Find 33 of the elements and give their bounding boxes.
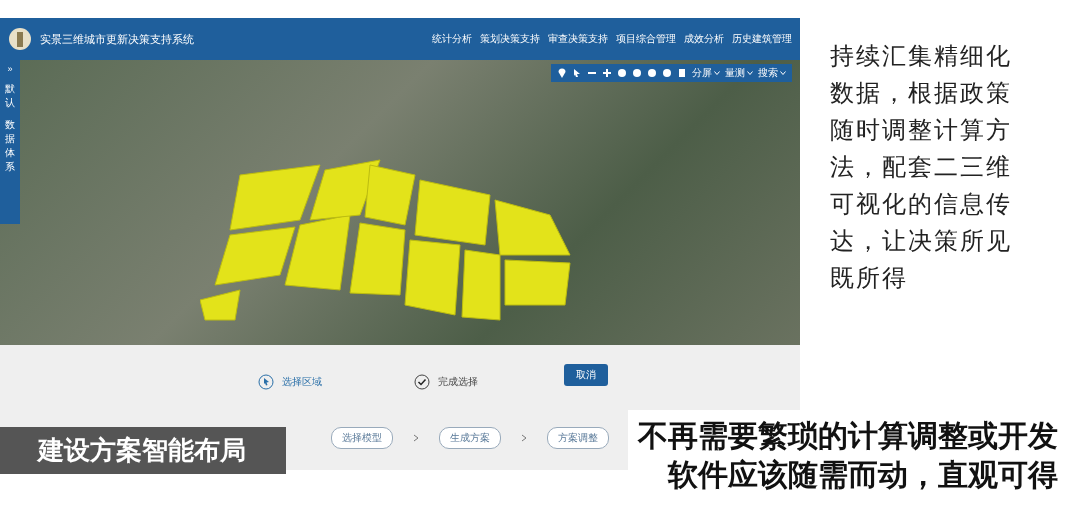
finish-selection-button[interactable]: 完成选择 [408, 373, 484, 391]
nav-tab[interactable]: 统计分析 [432, 30, 472, 48]
side-item[interactable]: 默认 [4, 82, 16, 110]
side-item[interactable]: 数据体系 [4, 118, 16, 174]
app-title: 实景三维城市更新决策支持系统 [40, 31, 194, 47]
location-pin-icon[interactable] [557, 68, 567, 78]
nav-tab[interactable]: 项目综合管理 [616, 30, 676, 48]
step-pill[interactable]: 生成方案 [439, 427, 501, 449]
toolbar-dropdown[interactable]: 搜索 [758, 66, 786, 80]
select-area-button[interactable]: 选择区域 [252, 373, 328, 391]
description-text: 持续汇集精细化数据，根据政策随时调整计算方法，配套二三维可视化的信息传达，让决策所见既所得 [830, 41, 1013, 294]
step-pill[interactable]: 选择模型 [331, 427, 393, 449]
nav-tab[interactable]: 成效分析 [684, 30, 724, 48]
zoom-in-icon[interactable] [602, 68, 612, 78]
caption-line: 软件应该随需而动，直观可得 [668, 456, 1058, 494]
caret-icon [714, 71, 720, 75]
nav-tab[interactable]: 策划决策支持 [480, 30, 540, 48]
caret-icon [780, 71, 786, 75]
cursor-icon [258, 374, 274, 390]
caption-line: 不再需要繁琐的计算调整或开发 [638, 417, 1058, 455]
pointer-icon[interactable] [572, 68, 582, 78]
expand-toggle[interactable]: » [7, 64, 13, 74]
nav-tab[interactable]: 审查决策支持 [548, 30, 608, 48]
chevron-icon [521, 434, 527, 442]
chevron-icon [413, 434, 419, 442]
toolbar-dropdown[interactable]: 量测 [725, 66, 753, 80]
nav-tab[interactable]: 历史建筑管理 [732, 30, 792, 48]
caret-icon [747, 71, 753, 75]
cancel-button[interactable]: 取消 [564, 364, 608, 386]
toolbar-dropdown[interactable]: 分屏 [692, 66, 720, 80]
step-pill[interactable]: 方案调整 [547, 427, 609, 449]
checkmark-icon [414, 374, 430, 390]
caption-text: 建设方案智能布局 [0, 427, 286, 474]
